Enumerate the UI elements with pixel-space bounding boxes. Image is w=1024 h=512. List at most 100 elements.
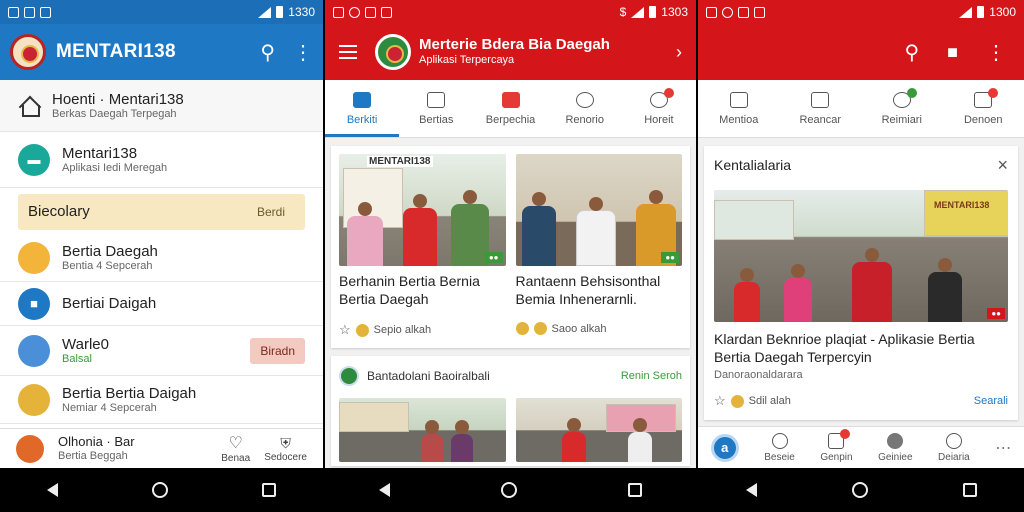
notification-dot bbox=[906, 87, 917, 98]
news-card[interactable]: MENTARI138 ●● Berhanin Bertia Bernia Ber… bbox=[331, 146, 690, 348]
star-icon[interactable]: ☆ bbox=[339, 322, 351, 338]
nav-favorites[interactable]: ♡ Benaa bbox=[221, 433, 250, 464]
banner-tag[interactable]: Berdi bbox=[247, 199, 295, 225]
tab-denoen[interactable]: Denoen bbox=[943, 80, 1024, 137]
news-item[interactable]: MENTARI138 ●● Berhanin Bertia Bernia Ber… bbox=[339, 154, 506, 340]
wifi-icon bbox=[631, 6, 645, 18]
recents-icon[interactable] bbox=[262, 483, 276, 497]
list-item-subtitle: Bentia 4 Sepcerah bbox=[62, 259, 153, 272]
news-item[interactable]: ●● Rantaenn Behsisonthal Bemia Inhenerar… bbox=[515, 154, 683, 340]
brand: Merterie Bdera Bia Daegah Aplikasi Terpe… bbox=[419, 36, 676, 67]
tab-label: Berpechia bbox=[485, 113, 536, 126]
photo-person bbox=[421, 420, 443, 462]
section-photos bbox=[339, 398, 682, 462]
news-photo[interactable] bbox=[515, 398, 682, 462]
list-item-title: Warle0 bbox=[62, 335, 109, 353]
menu-icon[interactable] bbox=[339, 45, 357, 59]
list-item-home[interactable]: Hoenti · Mentari138 Berkas Daegah Terpega… bbox=[0, 80, 323, 132]
check-icon bbox=[365, 6, 376, 18]
star-icon[interactable]: ☆ bbox=[714, 393, 726, 409]
nav-item[interactable]: Geiniee bbox=[878, 432, 913, 463]
section-title: Bantadolani Baoiralbali bbox=[367, 369, 490, 383]
app-notif-icon bbox=[722, 6, 733, 18]
tab-reancar[interactable]: Reancar bbox=[780, 80, 862, 137]
comment-icon bbox=[828, 428, 851, 449]
status-time: 1300 bbox=[989, 5, 1016, 19]
tab-label: Berkiti bbox=[346, 113, 378, 126]
nav-item[interactable]: Genpin bbox=[820, 428, 853, 463]
news-meta: Saoo alkah bbox=[515, 322, 683, 336]
tab-renorio[interactable]: Renorio bbox=[548, 80, 622, 137]
photo-person bbox=[521, 192, 556, 266]
list-item[interactable]: Bertia Bertia Daigah Nemiar 4 Sepcerah bbox=[0, 376, 323, 424]
tab-reimiari[interactable]: Reimiari bbox=[861, 80, 943, 137]
shop-sign: MENTARI138 bbox=[934, 200, 990, 210]
list-item[interactable]: Bertia Daegah Bentia 4 Sepcerah bbox=[0, 234, 323, 282]
news-icon bbox=[729, 91, 748, 108]
featured-link[interactable]: Searali bbox=[974, 395, 1008, 407]
photo-building bbox=[339, 402, 409, 432]
search-icon[interactable]: ⚲ bbox=[904, 40, 919, 65]
more-horiz-icon[interactable]: ⋯ bbox=[995, 438, 1011, 458]
list-item-app[interactable]: ▬ Mentari138 Aplikasi Iedi Meregah bbox=[0, 132, 323, 188]
news-photo[interactable] bbox=[339, 398, 506, 462]
list-item-tag[interactable]: Biradn bbox=[250, 337, 305, 364]
home-button-icon[interactable] bbox=[851, 482, 868, 498]
nav-item[interactable]: Beseie bbox=[764, 432, 795, 463]
photo-person bbox=[347, 202, 383, 266]
status-bar: 1300 bbox=[698, 0, 1024, 24]
photo-person bbox=[852, 248, 892, 322]
list-item[interactable]: ■ Bertiai Daigah bbox=[0, 282, 323, 326]
photo-person bbox=[928, 258, 962, 322]
category-banner[interactable]: Biecolary Berdi bbox=[18, 194, 305, 230]
tab-berkiti[interactable]: Berkiti bbox=[325, 80, 400, 137]
featured-card[interactable]: Kentalialaria × MENTARI138 ●● Klardan Be… bbox=[704, 146, 1018, 420]
close-icon[interactable]: × bbox=[997, 155, 1008, 176]
tab-bertias[interactable]: Bertias bbox=[399, 80, 473, 137]
featured-headline: Klardan Beknrioe plaqiat - Aplikasie Ber… bbox=[714, 331, 975, 366]
brand-title: Merterie Bdera Bia Daegah bbox=[419, 36, 610, 54]
recents-icon[interactable] bbox=[962, 483, 977, 497]
heart-icon: ♡ bbox=[228, 435, 243, 452]
wifi-icon bbox=[959, 6, 973, 18]
photo-building bbox=[924, 190, 1008, 236]
chevron-right-icon[interactable]: › bbox=[676, 42, 682, 63]
news-headline: Berhanin Bertia Bernia Bertia Daegah bbox=[339, 273, 480, 308]
recents-icon[interactable] bbox=[628, 483, 643, 497]
more-vert-icon[interactable]: ⋮ bbox=[986, 40, 1006, 65]
reaction-icon bbox=[355, 323, 369, 337]
nav-item[interactable]: Deiaria bbox=[938, 432, 970, 463]
bookmark-icon bbox=[811, 91, 830, 108]
tab-horeit[interactable]: Horeit bbox=[622, 80, 696, 137]
featured-subline: Danoraonaldarara bbox=[714, 369, 803, 382]
profile-icon[interactable]: a bbox=[710, 433, 739, 462]
search-icon[interactable]: ⚲ bbox=[260, 40, 275, 65]
nav-group bbox=[323, 468, 698, 512]
nav-secondary[interactable]: ⛨ Sedocere bbox=[264, 435, 307, 463]
list-item-title: Bertiai Daigah bbox=[62, 294, 157, 312]
section-card: Bantadolani Baoiralbali Renin Seroh bbox=[331, 356, 690, 466]
check-icon bbox=[738, 6, 749, 18]
avatar bbox=[16, 434, 44, 463]
back-icon[interactable] bbox=[378, 483, 390, 497]
battery-icon bbox=[649, 6, 657, 18]
back-icon[interactable] bbox=[745, 483, 757, 497]
photo-person bbox=[561, 418, 586, 462]
home-button-icon[interactable] bbox=[500, 482, 517, 498]
tab-mentioa[interactable]: Mentioa bbox=[698, 80, 780, 137]
more-vert-icon[interactable]: ⋮ bbox=[293, 40, 313, 65]
photo-person bbox=[451, 190, 489, 266]
tab-berpechia[interactable]: Berpechia bbox=[473, 80, 547, 137]
tab-label: Horeit bbox=[644, 113, 674, 126]
chat-bubble-icon[interactable]: ■ bbox=[947, 42, 958, 63]
back-icon[interactable] bbox=[47, 483, 58, 497]
news-headline: Rantaenn Behsisonthal Bemia Inhenerarnli… bbox=[515, 273, 661, 308]
home-button-icon[interactable] bbox=[152, 482, 168, 498]
multi-screen-showcase: 1330 MENTARI138 ⚲ ⋮ Hoenti · Mentari138 B… bbox=[0, 0, 1024, 512]
meta-text: Sdil alah bbox=[748, 395, 791, 408]
featured-photo: MENTARI138 ●● bbox=[714, 190, 1008, 322]
app-logo bbox=[10, 34, 46, 70]
section-link[interactable]: Renin Seroh bbox=[621, 370, 682, 382]
list-item[interactable]: Warle0 Balsal Biradn bbox=[0, 326, 323, 376]
bottom-row-text: Olhonia · Bar Bertia Beggah bbox=[58, 434, 207, 461]
